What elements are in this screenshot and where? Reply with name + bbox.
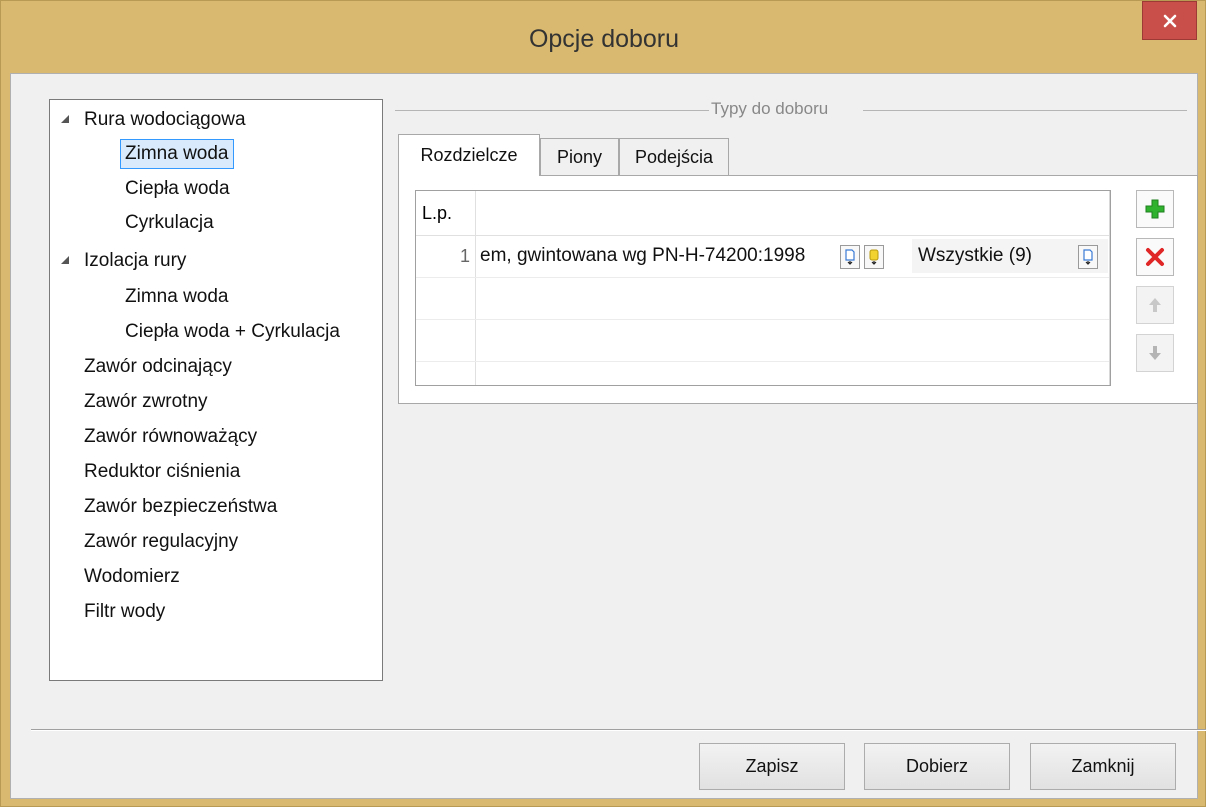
types-grid[interactable]: L.p. 1 em, gwintowana wg PN-H-74200:1998: [415, 190, 1111, 386]
pipe-type-browse-button[interactable]: [840, 245, 860, 269]
filter-cell[interactable]: Wszystkie (9): [918, 235, 1068, 277]
table-row[interactable]: [416, 277, 1110, 320]
grid-header: L.p.: [416, 191, 1110, 236]
select-button[interactable]: Dobierz: [864, 743, 1010, 790]
database-icon: [869, 249, 879, 265]
window-title: Opcje doboru: [528, 25, 680, 53]
tree-item-izolacja-rury[interactable]: Izolacja rury: [84, 246, 186, 276]
tree-item-zawor-odcinajacy[interactable]: Zawór odcinający: [84, 352, 232, 382]
table-row[interactable]: 1 em, gwintowana wg PN-H-74200:1998 Wszy…: [416, 235, 1110, 278]
tree-item-zawor-rownowazacy[interactable]: Zawór równoważący: [84, 422, 257, 452]
dialog-client-area: Rura wodociągowa Zimna woda Ciepła woda …: [10, 73, 1206, 799]
arrow-up-icon: [1149, 298, 1161, 312]
expand-arrow-icon[interactable]: [60, 105, 72, 135]
pipe-type-cell[interactable]: em, gwintowana wg PN-H-74200:1998: [480, 235, 836, 277]
document-icon: [845, 249, 855, 265]
close-icon: [1163, 14, 1176, 27]
tree-item-zimna-woda[interactable]: Zimna woda: [120, 139, 234, 169]
add-row-button[interactable]: [1136, 190, 1174, 228]
table-row[interactable]: [416, 319, 1110, 362]
tree-item-izolacja-zimna-woda[interactable]: Zimna woda: [125, 282, 229, 312]
row-number: 1: [459, 246, 470, 266]
table-row[interactable]: [416, 361, 1110, 385]
close-button[interactable]: Zamknij: [1030, 743, 1176, 790]
tree-item-filtr-wody[interactable]: Filtr wody: [84, 597, 165, 627]
move-down-button[interactable]: [1136, 334, 1174, 372]
category-tree[interactable]: Rura wodociągowa Zimna woda Ciepła woda …: [49, 99, 383, 681]
delete-row-button[interactable]: [1136, 238, 1174, 276]
tree-item-zawor-zwrotny[interactable]: Zawór zwrotny: [84, 387, 208, 417]
document-icon: [1083, 249, 1093, 265]
plus-icon: [1145, 199, 1165, 219]
dialog-window: Opcje doboru Rura wodociągowa Zimna woda…: [0, 0, 1206, 807]
tree-item-cyrkulacja[interactable]: Cyrkulacja: [125, 208, 214, 238]
tree-item-rura-wodociagowa[interactable]: Rura wodociągowa: [84, 105, 246, 135]
tab-panel-rozdzielcze: L.p. 1 em, gwintowana wg PN-H-74200:1998: [398, 175, 1198, 404]
pipe-type-pick-button[interactable]: [864, 245, 884, 269]
move-up-button[interactable]: [1136, 286, 1174, 324]
lp-column-header: L.p.: [422, 203, 453, 223]
groupbox-title: Typy do doboru: [709, 99, 831, 119]
tree-item-zawor-regulacyjny[interactable]: Zawór regulacyjny: [84, 527, 238, 557]
tab-rozdzielcze[interactable]: Rozdzielcze: [398, 134, 540, 176]
save-button[interactable]: Zapisz: [699, 743, 845, 790]
tree-item-wodomierz[interactable]: Wodomierz: [84, 562, 180, 592]
tree-item-ciepla-woda-cyrkulacja[interactable]: Ciepła woda + Cyrkulacja: [125, 317, 340, 347]
x-icon: [1146, 248, 1164, 266]
tree-item-reduktor-cisnienia[interactable]: Reduktor ciśnienia: [84, 457, 240, 487]
tree-item-zawor-bezpieczenstwa[interactable]: Zawór bezpieczeństwa: [84, 492, 277, 522]
tab-podejscia[interactable]: Podejścia: [619, 138, 729, 176]
arrow-down-icon: [1149, 346, 1161, 360]
close-window-button[interactable]: [1142, 1, 1197, 40]
expand-arrow-icon[interactable]: [60, 246, 72, 276]
filter-browse-button[interactable]: [1078, 245, 1098, 269]
tree-item-ciepla-woda[interactable]: Ciepła woda: [125, 174, 230, 204]
tab-piony[interactable]: Piony: [540, 138, 619, 176]
